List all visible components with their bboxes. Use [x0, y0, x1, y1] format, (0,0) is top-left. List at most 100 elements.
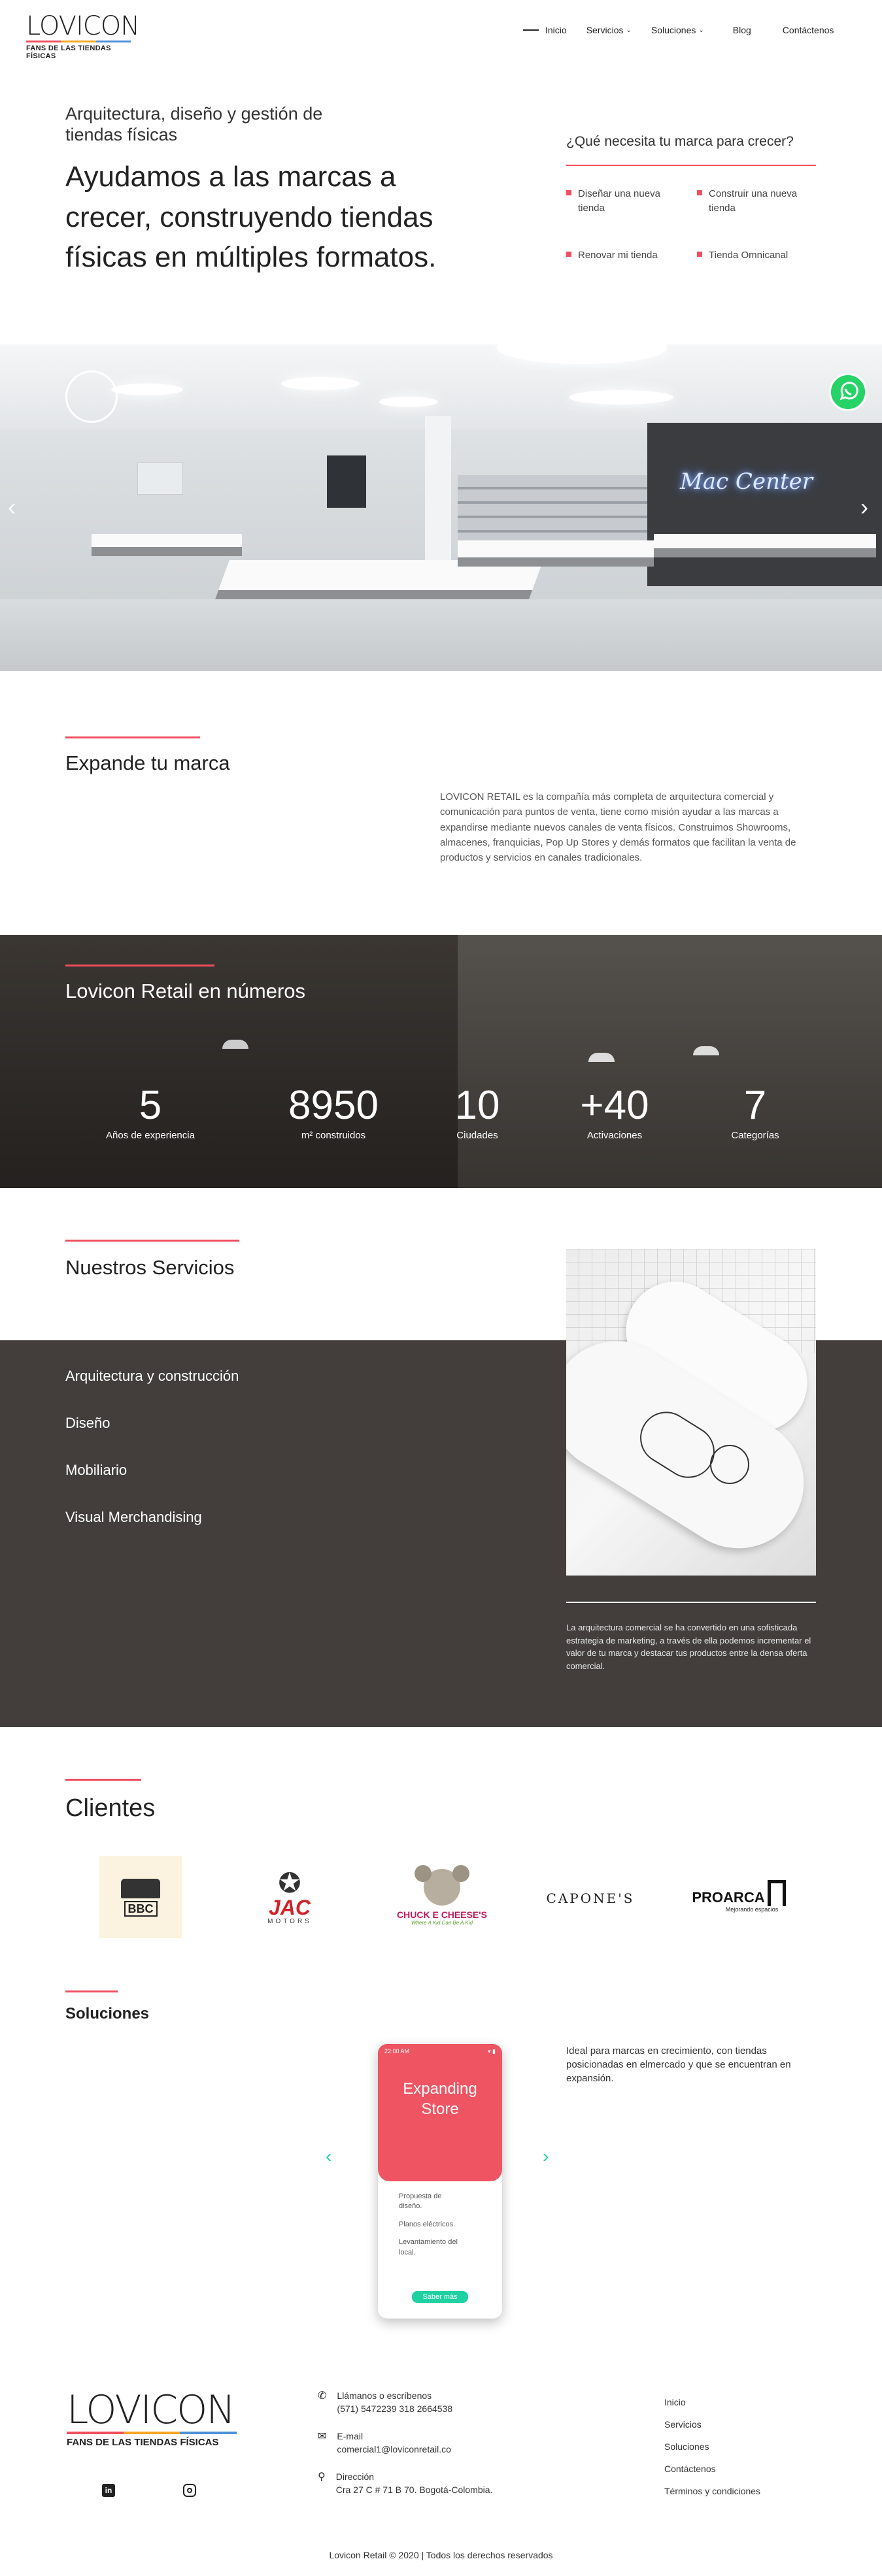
section-accent-line	[65, 1990, 118, 1992]
contact-value[interactable]: (571) 5472239 318 2664538	[337, 2402, 452, 2415]
service-arquitectura[interactable]: Arquitectura y construcción	[65, 1368, 239, 1385]
stat-value: 8950	[288, 1083, 379, 1128]
nav-label: Contáctenos	[782, 25, 834, 35]
brand-wall	[647, 423, 882, 586]
active-indicator	[523, 29, 539, 31]
expande-text: LOVICON RETAIL es la compañía más comple…	[440, 791, 796, 863]
option-label: Construir una nueva tienda	[709, 188, 798, 214]
site-logo[interactable]: LOVICON FANS DE LAS TIENDAS FÍSICAS	[26, 11, 140, 60]
display-table	[654, 534, 876, 557]
stat-ciudades: 10 Ciudades	[425, 1083, 530, 1142]
location-pin-icon: ⚲	[318, 2471, 326, 2483]
star-icon: ✪	[278, 1867, 301, 1898]
stat-years: 5 Años de experiencia	[92, 1085, 209, 1142]
option-disenar[interactable]: Diseñar una nueva tienda	[566, 187, 671, 216]
wall-display	[327, 455, 366, 508]
option-construir[interactable]: Construir una nueva tienda	[697, 187, 808, 216]
card-item: Levantamiento del local.	[399, 2238, 458, 2256]
slider-next-icon[interactable]: ›	[860, 493, 868, 521]
blueprint-sketch	[710, 1445, 749, 1484]
service-image	[566, 1249, 816, 1576]
nav-label: Servicios	[586, 25, 624, 35]
card-body: Propuesta de diseño. Planos eléctricos. …	[378, 2181, 502, 2268]
nav-item-servicios[interactable]: Servicios ⌄	[586, 25, 632, 35]
client-text: BBC	[124, 1900, 158, 1917]
bullet-icon	[566, 190, 571, 195]
footer-links: Inicio Servicios Soluciones Contáctenos …	[664, 2397, 760, 2496]
numbers-section: Lovicon Retail en números 5 Años de expe…	[0, 935, 882, 1188]
footer-link-terminos[interactable]: Términos y condiciones	[664, 2486, 760, 2496]
service-description: La arquitectura comercial se ha converti…	[566, 1623, 811, 1671]
mouse-icon	[415, 1864, 469, 1906]
neon-sign: Mac Center	[680, 469, 813, 495]
need-underline	[566, 165, 816, 166]
footer-link-inicio[interactable]: Inicio	[664, 2397, 760, 2407]
logo-color-bar	[67, 2432, 237, 2434]
footer-link-soluciones[interactable]: Soluciones	[664, 2441, 760, 2452]
stat-value: 7	[743, 1083, 767, 1128]
stat-value: 10	[454, 1083, 500, 1128]
bullet-icon	[697, 252, 702, 257]
option-renovar[interactable]: Renovar mi tienda	[566, 248, 684, 263]
stat-label: Categorías	[731, 1130, 779, 1141]
nav-item-contactenos[interactable]: Contáctenos	[783, 25, 834, 35]
card-item: Planos eléctricos.	[399, 2220, 456, 2228]
nav-label: Blog	[732, 25, 751, 35]
nav-item-blog[interactable]: Blog	[733, 25, 751, 35]
section-accent-line	[65, 1240, 239, 1242]
ceiling-light	[569, 390, 673, 405]
saber-mas-button[interactable]: Saber más	[412, 2291, 468, 2303]
display-table	[458, 540, 654, 567]
stat-activaciones: +40 Activaciones	[562, 1083, 667, 1142]
clients-title: Clientes	[65, 1794, 156, 1822]
client-text: JAC	[268, 1895, 311, 1919]
slider-pause-icon[interactable]	[65, 371, 118, 423]
whatsapp-icon[interactable]	[829, 373, 867, 411]
service-diseno[interactable]: Diseño	[65, 1415, 110, 1432]
logo-wordmark: LOVICON	[67, 2387, 235, 2433]
truck-icon	[121, 1878, 160, 1898]
card-header: 22:00 AM ▾ ▮ Expanding Store	[378, 2044, 502, 2181]
contact-label: Dirección	[335, 2471, 375, 2482]
bg-window	[458, 935, 882, 1188]
stat-label: m² construidos	[301, 1130, 366, 1141]
footer-link-contactenos[interactable]: Contáctenos	[664, 2464, 760, 2474]
section-accent-line	[65, 1779, 141, 1781]
client-logo-capones: CAPONE'S	[541, 1882, 639, 1915]
stat-label: Años de experiencia	[106, 1130, 195, 1141]
solution-card[interactable]: 22:00 AM ▾ ▮ Expanding Store Propuesta d…	[378, 2044, 502, 2319]
display-table	[92, 534, 242, 556]
card-title: Expanding Store	[403, 2080, 477, 2119]
stat-value: +40	[580, 1083, 649, 1128]
square-icon	[767, 1880, 786, 1906]
nav-item-inicio[interactable]: Inicio	[523, 25, 567, 35]
footer-phone: ✆ Llámanos o escríbenos (571) 5472239 318…	[318, 2389, 452, 2416]
need-title: ¿Qué necesita tu marca para crecer?	[566, 134, 794, 149]
instagram-icon[interactable]	[183, 2484, 196, 2497]
logo-wordmark: LOVICON	[26, 11, 140, 41]
logo-color-bar	[26, 41, 131, 42]
solution-description: Ideal para marcas en crecimiento, con ti…	[566, 2045, 791, 2084]
envelope-icon: ✉	[318, 2431, 327, 2442]
option-omnicanal[interactable]: Tienda Omnicanal	[697, 248, 815, 263]
footer-link-servicios[interactable]: Servicios	[664, 2419, 760, 2430]
linkedin-icon[interactable]: in	[102, 2484, 115, 2497]
stat-m2: 8950 m² construidos	[268, 1083, 399, 1142]
contact-value[interactable]: comercial1@loviconretail.co	[337, 2443, 451, 2456]
signal-icon: ▾ ▮	[488, 2048, 496, 2055]
phone-status-bar: 22:00 AM ▾ ▮	[378, 2044, 502, 2059]
nav-label: Soluciones	[651, 25, 696, 35]
footer-logo[interactable]: LOVICON FANS DE LAS TIENDAS FÍSICAS	[67, 2390, 237, 2448]
main-nav: Inicio Servicios ⌄ Soluciones ⌄ Blog Contá…	[523, 25, 834, 35]
service-visual-merchandising[interactable]: Visual Merchandising	[65, 1509, 202, 1526]
solutions-next-icon[interactable]: ›	[543, 2146, 549, 2167]
hero-slider[interactable]: Mac Center ‹ ›	[0, 344, 882, 671]
option-label: Renovar mi tienda	[578, 250, 658, 261]
solutions-prev-icon[interactable]: ‹	[326, 2146, 331, 2167]
phone-time: 22:00 AM	[384, 2048, 410, 2055]
service-mobiliario[interactable]: Mobiliario	[65, 1462, 127, 1479]
nav-item-soluciones[interactable]: Soluciones ⌄	[651, 25, 704, 35]
section-accent-line	[65, 736, 200, 738]
client-text: CHUCK E CHEESE'S	[397, 1909, 487, 1920]
slider-prev-icon[interactable]: ‹	[8, 493, 16, 521]
